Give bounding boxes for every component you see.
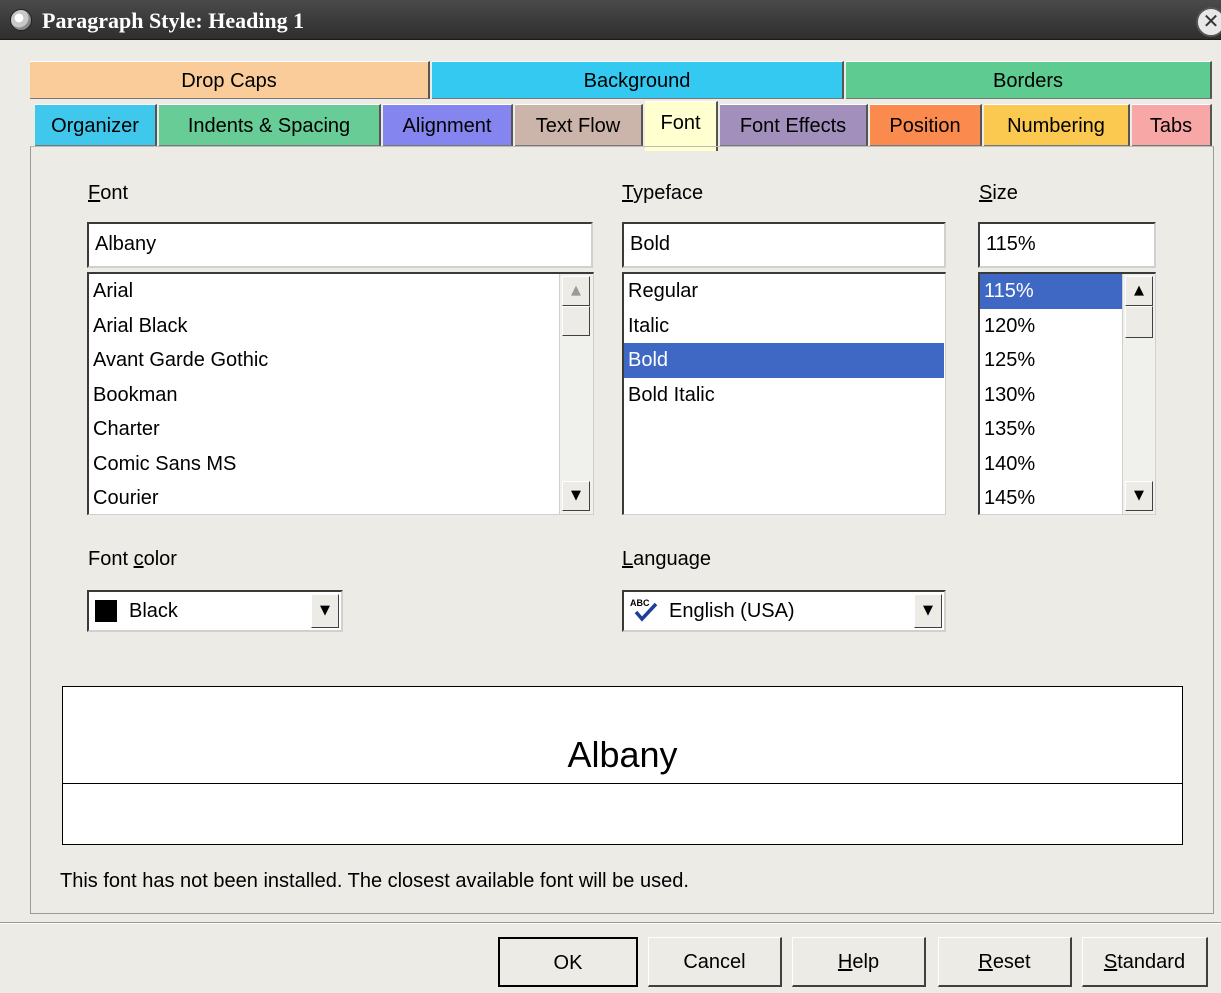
- baseline: [63, 783, 1182, 784]
- list-item[interactable]: Italic: [624, 309, 944, 344]
- app-icon: [10, 9, 32, 31]
- ok-button[interactable]: OK: [498, 937, 638, 987]
- list-item[interactable]: 125%: [980, 343, 1124, 378]
- status-message: This font has not been installed. The cl…: [60, 870, 689, 892]
- tab-drop-caps[interactable]: Drop Caps: [30, 61, 430, 99]
- language-select[interactable]: ABC English (USA) ▼: [622, 590, 946, 632]
- chevron-down-icon[interactable]: ▼: [311, 594, 339, 628]
- reset-button[interactable]: Reset: [938, 937, 1072, 987]
- preview-text: Albany: [565, 734, 680, 775]
- separator: [0, 922, 1221, 924]
- tab-indents-spacing[interactable]: Indents & Spacing: [159, 104, 381, 146]
- scroll-down-icon[interactable]: ▼: [562, 481, 590, 511]
- list-item[interactable]: 135%: [980, 412, 1124, 447]
- typeface-label: Typeface: [622, 182, 704, 204]
- size-list-scrollbar[interactable]: ▲ ▼: [1122, 274, 1155, 514]
- font-color-label: Font color: [88, 548, 177, 570]
- scroll-down-icon[interactable]: ▼: [1125, 481, 1153, 511]
- list-item[interactable]: 130%: [980, 378, 1124, 413]
- list-item[interactable]: Courier: [89, 481, 559, 514]
- list-item[interactable]: Arial: [89, 274, 559, 309]
- tab-text-flow[interactable]: Text Flow: [515, 104, 643, 146]
- size-list[interactable]: 115% 120% 125% 130% 135% 140% 145% ▲ ▼: [978, 272, 1156, 515]
- language-label: Language: [622, 548, 711, 570]
- spellcheck-icon: ABC: [630, 598, 662, 624]
- cancel-button[interactable]: Cancel: [648, 937, 782, 987]
- list-item[interactable]: Avant Garde Gothic: [89, 343, 559, 378]
- list-item[interactable]: Charter: [89, 412, 559, 447]
- window-title: Paragraph Style: Heading 1: [42, 8, 305, 33]
- list-item[interactable]: Bold: [624, 343, 944, 378]
- title-bar[interactable]: Paragraph Style: Heading 1 ✕: [0, 0, 1221, 40]
- list-item[interactable]: 120%: [980, 309, 1124, 344]
- tab-tabs[interactable]: Tabs: [1132, 104, 1212, 146]
- font-preview: Albany: [62, 686, 1183, 845]
- typeface-input[interactable]: Bold: [622, 222, 946, 268]
- tab-borders[interactable]: Borders: [846, 61, 1212, 99]
- list-item[interactable]: Regular: [624, 274, 944, 309]
- list-item[interactable]: 115%: [980, 274, 1124, 309]
- scroll-up-icon[interactable]: ▲: [1125, 276, 1153, 306]
- list-item[interactable]: 145%: [980, 481, 1124, 514]
- font-list[interactable]: Arial Arial Black Avant Garde Gothic Bookma…: [87, 272, 594, 515]
- tab-font-effects[interactable]: Font Effects: [720, 104, 868, 146]
- tab-organizer[interactable]: Organizer: [35, 104, 157, 146]
- font-name-input[interactable]: Albany: [87, 222, 593, 268]
- font-list-scrollbar[interactable]: ▲ ▼: [559, 274, 593, 514]
- list-item[interactable]: 140%: [980, 447, 1124, 482]
- list-item[interactable]: Bold Italic: [624, 378, 944, 413]
- tab-alignment[interactable]: Alignment: [383, 104, 513, 146]
- color-swatch: [95, 600, 117, 622]
- standard-button[interactable]: Standard: [1082, 937, 1208, 987]
- size-input[interactable]: 115%: [978, 222, 1156, 268]
- size-label: Size: [979, 182, 1018, 204]
- font-color-select[interactable]: Black ▼: [87, 590, 343, 632]
- scroll-thumb[interactable]: [562, 306, 590, 336]
- help-button[interactable]: Help: [792, 937, 926, 987]
- tab-font[interactable]: Font: [645, 101, 718, 151]
- typeface-list[interactable]: Regular Italic Bold Bold Italic: [622, 272, 946, 515]
- scroll-up-icon[interactable]: ▲: [562, 276, 590, 306]
- list-item[interactable]: Bookman: [89, 378, 559, 413]
- close-icon[interactable]: ✕: [1196, 7, 1221, 37]
- scroll-thumb[interactable]: [1125, 306, 1153, 338]
- list-item[interactable]: Arial Black: [89, 309, 559, 344]
- font-label: Font: [88, 182, 129, 204]
- tab-numbering[interactable]: Numbering: [984, 104, 1130, 146]
- chevron-down-icon[interactable]: ▼: [914, 594, 942, 628]
- tab-background[interactable]: Background: [432, 61, 844, 99]
- list-item[interactable]: Comic Sans MS: [89, 447, 559, 482]
- tab-position[interactable]: Position: [870, 104, 982, 146]
